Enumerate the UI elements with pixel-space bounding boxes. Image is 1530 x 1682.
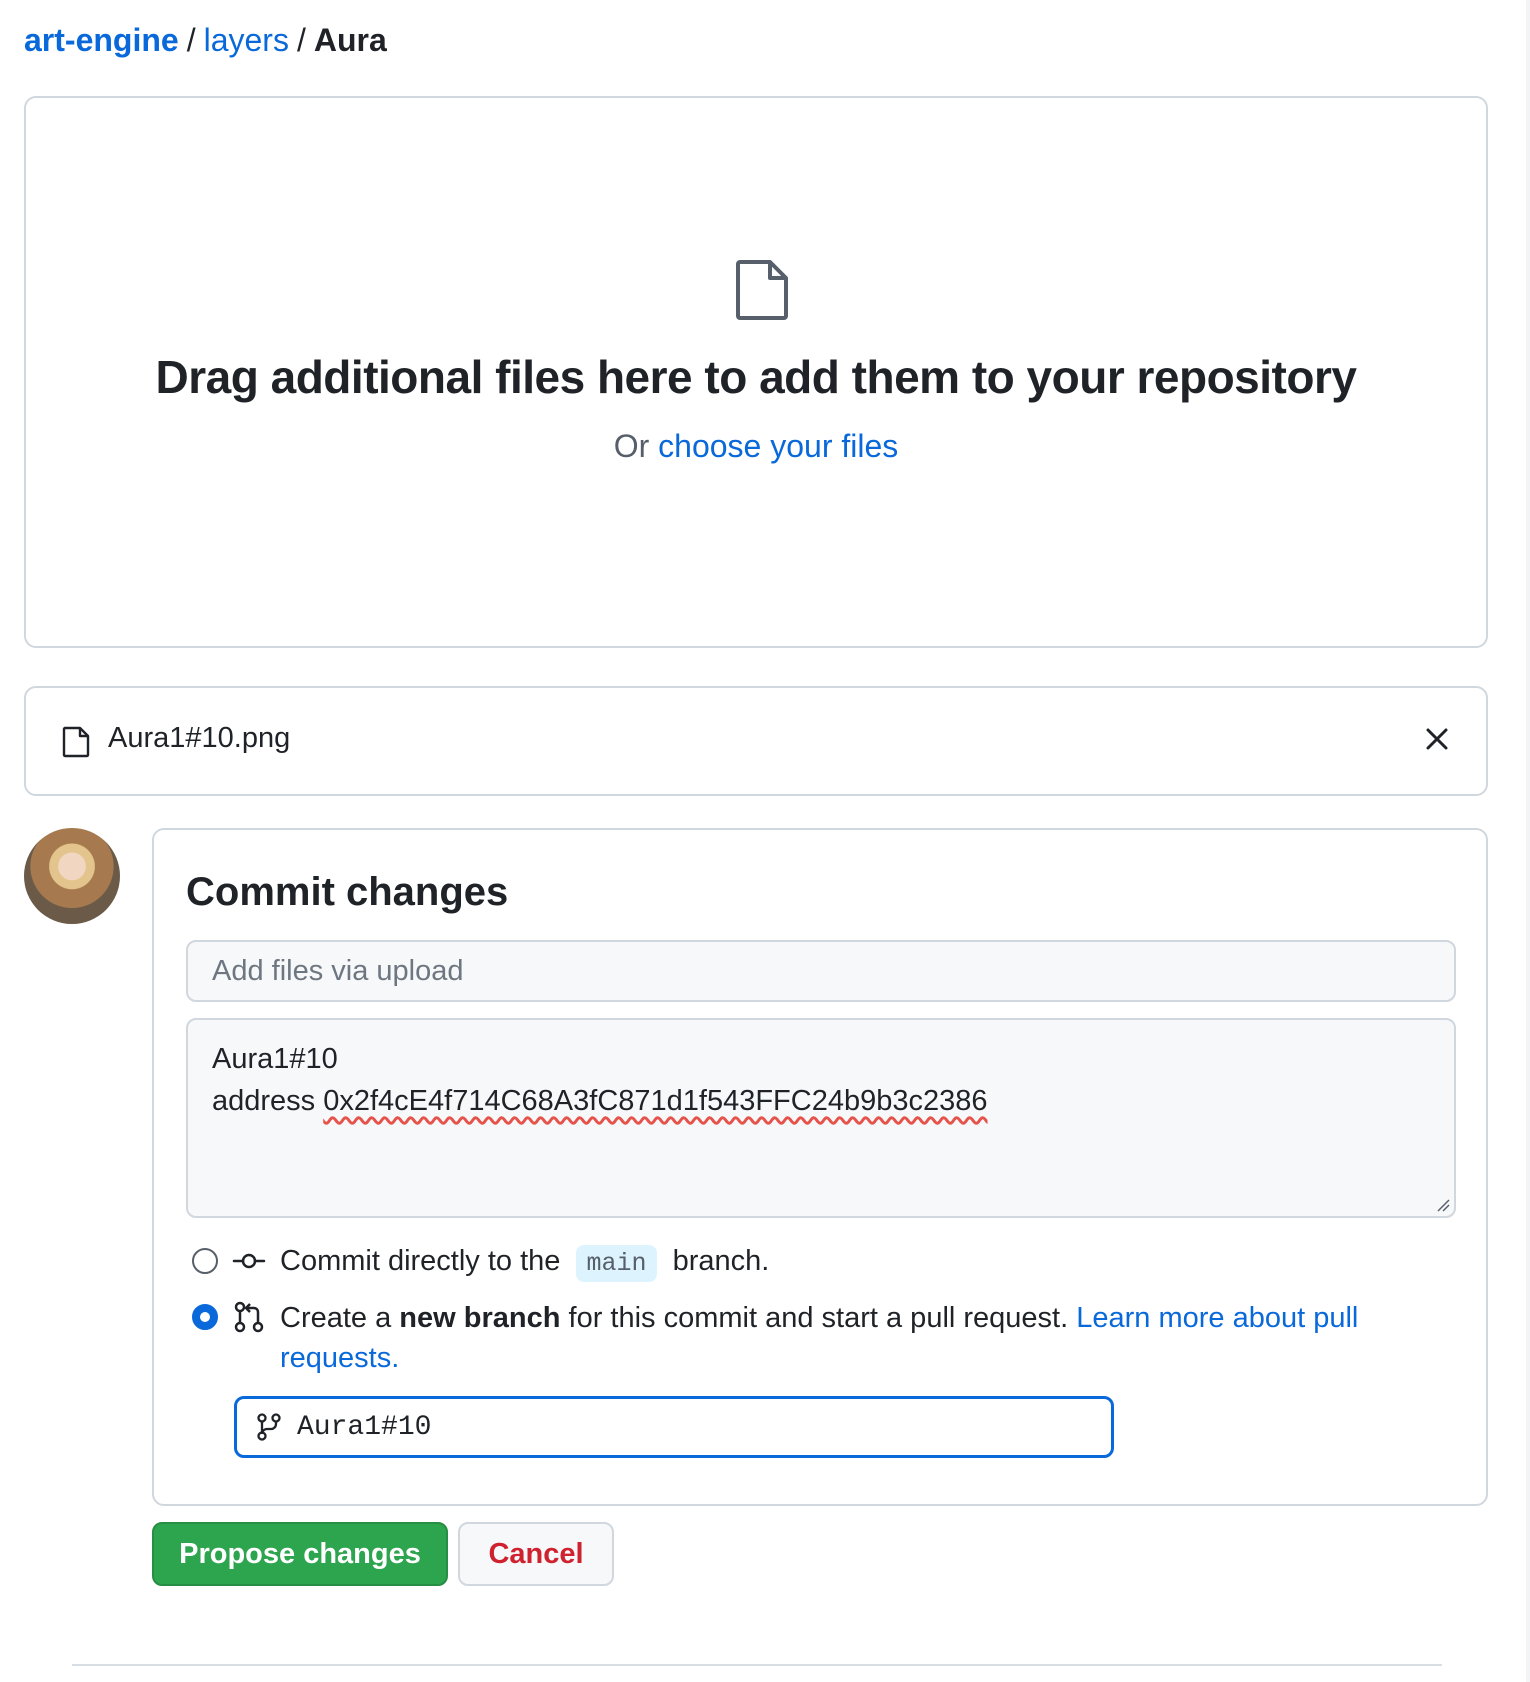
new-branch-radio[interactable] (192, 1304, 218, 1330)
divider (72, 1664, 1442, 1666)
uploaded-file-row: Aura1#10.png (24, 686, 1488, 796)
avatar (24, 828, 120, 924)
description-address-label: address (212, 1085, 316, 1117)
remove-file-close-icon[interactable] (1420, 722, 1454, 756)
new-branch-bold-text: new branch (399, 1302, 561, 1334)
description-line: address 0x2f4cE4f714C68A3fC871d1f543FFC2… (212, 1080, 1430, 1122)
commit-direct-text: Commit directly to the (280, 1244, 561, 1277)
breadcrumb: art-engine / layers / Aura (24, 18, 387, 62)
git-branch-icon (257, 1413, 281, 1441)
dropzone-headline: Drag additional files here to add them t… (155, 351, 1357, 403)
page-edge (1526, 0, 1530, 1682)
commit-direct-radio[interactable] (192, 1248, 218, 1274)
new-branch-name-value: Aura1#10 (297, 1411, 432, 1443)
choose-files-link[interactable]: choose your files (658, 428, 898, 464)
commit-summary-input[interactable] (186, 940, 1456, 1002)
breadcrumb-separator: / (186, 22, 196, 58)
commit-direct-text-end: branch. (672, 1244, 770, 1277)
git-commit-icon (232, 1253, 266, 1269)
commit-form: Commit changes Aura1#10 address 0x2f4cE4… (152, 828, 1488, 1506)
commit-title: Commit changes (186, 870, 509, 914)
commit-direct-option[interactable]: Commit directly to the main branch. (192, 1244, 770, 1282)
breadcrumb-separator: / (296, 22, 306, 58)
propose-changes-button[interactable]: Propose changes (152, 1522, 448, 1586)
file-icon (62, 726, 90, 758)
new-branch-label: Create a new branch for this commit and … (280, 1298, 1360, 1378)
description-address-value: 0x2f4cE4f714C68A3fC871d1f543FFC24b9b3c23… (323, 1085, 988, 1117)
dropzone-prefix: Or (613, 428, 650, 464)
new-branch-text: Create a (280, 1302, 392, 1334)
cancel-button[interactable]: Cancel (458, 1522, 614, 1586)
breadcrumb-current: Aura (313, 22, 387, 58)
git-pull-request-icon (234, 1301, 264, 1333)
new-branch-text-end: for this commit and start a pull request… (568, 1302, 1069, 1334)
breadcrumb-folder-link[interactable]: layers (204, 22, 289, 58)
uploaded-file-name: Aura1#10.png (108, 722, 291, 754)
breadcrumb-repo-link[interactable]: art-engine (24, 22, 179, 58)
new-branch-name-input[interactable]: Aura1#10 (234, 1396, 1114, 1458)
description-line: Aura1#10 (212, 1043, 338, 1075)
dropzone-subtext: Or choose your files (26, 428, 1486, 465)
commit-direct-label: Commit directly to the main branch. (280, 1244, 770, 1282)
resize-grip-icon[interactable] (1436, 1198, 1450, 1212)
file-dropzone[interactable]: Drag additional files here to add them t… (24, 96, 1488, 648)
file-icon (736, 260, 788, 320)
branch-name-badge: main (576, 1244, 657, 1282)
commit-description-textarea[interactable]: Aura1#10 address 0x2f4cE4f714C68A3fC871d… (186, 1018, 1456, 1218)
new-branch-option[interactable]: Create a new branch for this commit and … (192, 1298, 1360, 1378)
